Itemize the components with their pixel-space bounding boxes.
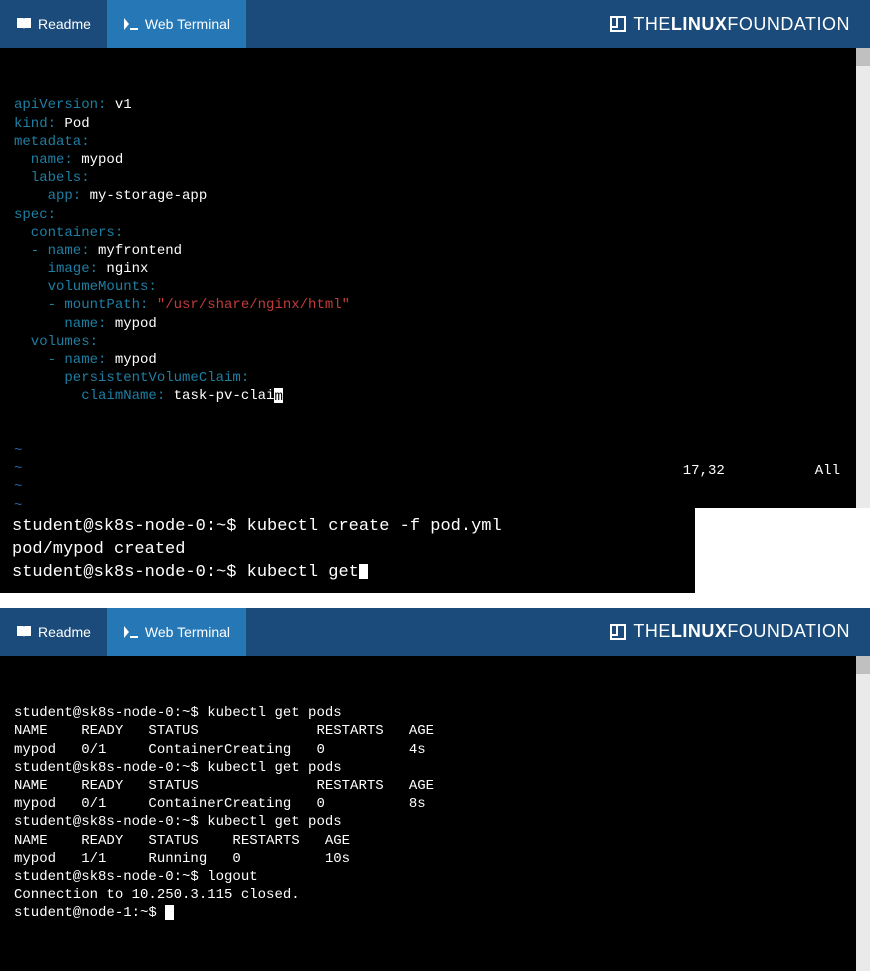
vim-status: 17,32 All bbox=[649, 443, 840, 498]
terminal-prompt-icon bbox=[123, 17, 139, 31]
book-icon bbox=[16, 625, 32, 639]
tab-readme[interactable]: Readme bbox=[0, 0, 107, 48]
vim-cursor-position: 17,32 bbox=[683, 463, 725, 479]
shell-command: kubectl create -f pod.yml bbox=[247, 517, 502, 536]
logo: THELINUXFOUNDATION bbox=[609, 621, 870, 642]
terminal-cursor bbox=[359, 564, 368, 579]
terminal-pane-create[interactable]: student@sk8s-node-0:~$ kubectl create -f… bbox=[0, 508, 695, 593]
terminal-prompt-icon bbox=[123, 625, 139, 639]
tab-web-terminal[interactable]: Web Terminal bbox=[107, 608, 246, 656]
terminal-pane-yaml[interactable]: apiVersion: v1kind: Podmetadata: name: m… bbox=[0, 48, 870, 508]
tab-web-terminal[interactable]: Web Terminal bbox=[107, 0, 246, 48]
shell-output-block: student@sk8s-node-0:~$ kubectl get podsN… bbox=[14, 704, 854, 922]
terminal-pane-get-pods[interactable]: student@sk8s-node-0:~$ kubectl get podsN… bbox=[0, 656, 870, 971]
tab-web-terminal-label: Web Terminal bbox=[145, 16, 230, 32]
shell-command: kubectl get bbox=[247, 563, 359, 582]
book-icon bbox=[16, 17, 32, 31]
header-bar-1: Readme Web Terminal THELINUXFOUNDATION bbox=[0, 0, 870, 48]
scrollbar-track[interactable] bbox=[856, 656, 870, 971]
shell-prompt: student@sk8s-node-0:~$ bbox=[12, 563, 247, 582]
tab-readme[interactable]: Readme bbox=[0, 608, 107, 656]
gap bbox=[0, 593, 870, 608]
scrollbar-track[interactable] bbox=[856, 48, 870, 508]
tab-web-terminal-label: Web Terminal bbox=[145, 624, 230, 640]
tab-readme-label: Readme bbox=[38, 16, 91, 32]
logo-square-icon bbox=[609, 15, 627, 33]
scrollbar-thumb[interactable] bbox=[856, 48, 870, 66]
logo-square-icon bbox=[609, 623, 627, 641]
logo: THELINUXFOUNDATION bbox=[609, 14, 870, 35]
shell-output: pod/mypod created bbox=[12, 540, 185, 559]
vim-scroll-indicator: All bbox=[815, 463, 840, 479]
shell-prompt: student@sk8s-node-0:~$ bbox=[12, 517, 247, 536]
header-bar-2: Readme Web Terminal THELINUXFOUNDATION bbox=[0, 608, 870, 656]
tab-readme-label: Readme bbox=[38, 624, 91, 640]
scrollbar-thumb[interactable] bbox=[856, 656, 870, 674]
yaml-content: apiVersion: v1kind: Podmetadata: name: m… bbox=[14, 96, 854, 405]
